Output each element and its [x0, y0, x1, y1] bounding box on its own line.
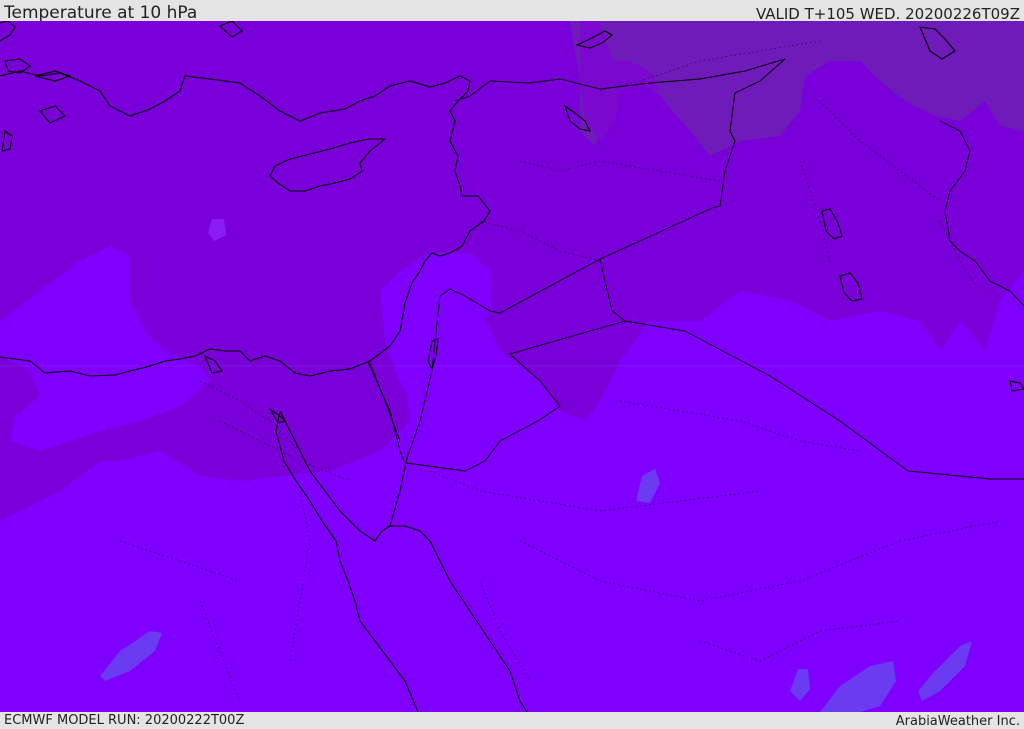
map-title: Temperature at 10 hPa — [4, 3, 198, 23]
map-frame: Temperature at 10 hPa VALID T+105 WED. 2… — [0, 0, 1024, 729]
temperature-map — [0, 21, 1024, 712]
credit-label: ArabiaWeather Inc. — [895, 714, 1020, 729]
valid-time-label: VALID T+105 WED. 20200226T09Z — [755, 5, 1020, 23]
model-run-label: ECMWF MODEL RUN: 20200222T00Z — [4, 713, 245, 728]
